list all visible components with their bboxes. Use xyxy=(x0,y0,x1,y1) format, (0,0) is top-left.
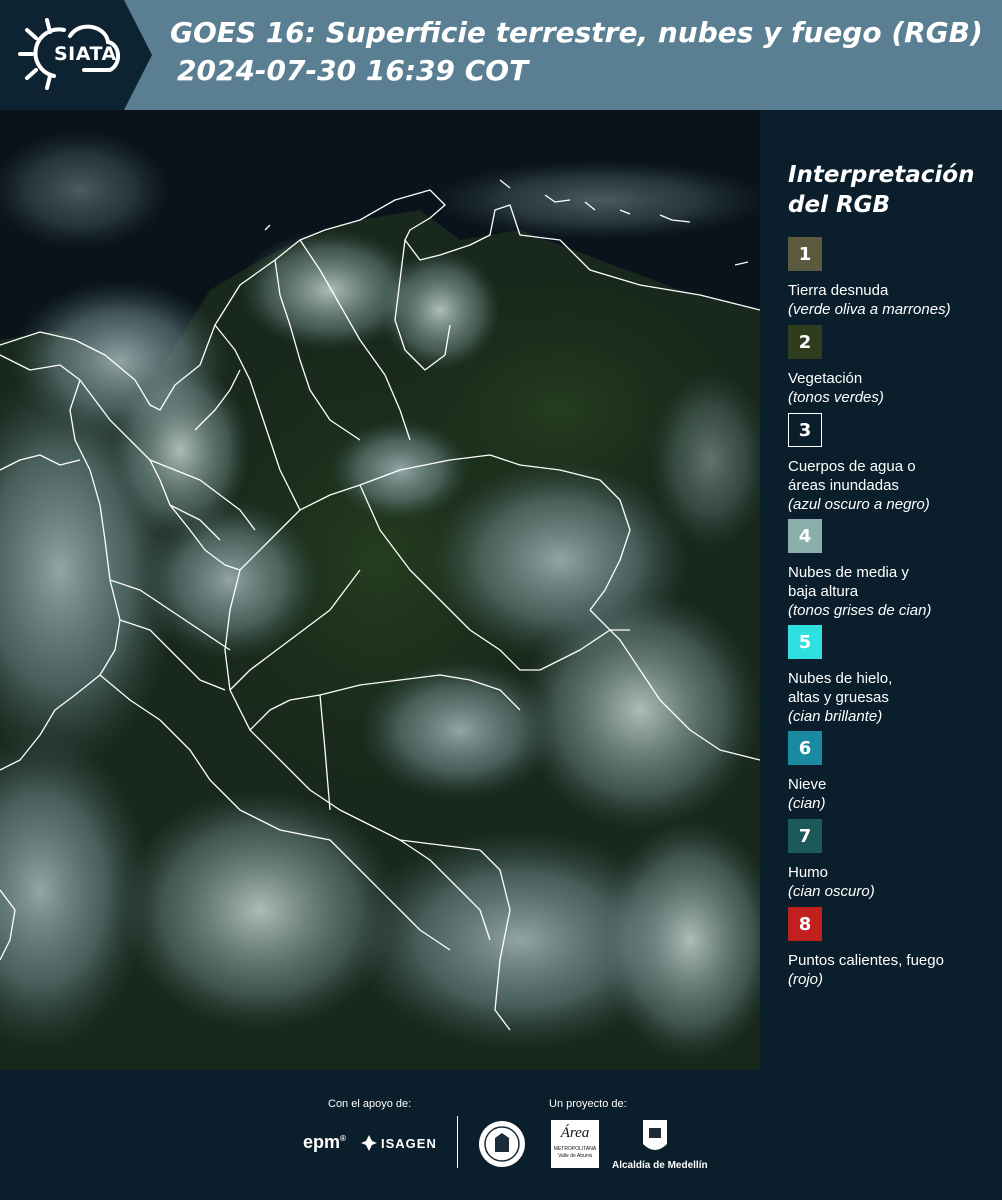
legend-items: 1 Tierra desnuda (verde oliva a marrones) 2… xyxy=(788,237,998,988)
epm-logo-text: epm xyxy=(303,1132,341,1152)
legend-label: baja altura xyxy=(788,583,859,600)
epm-registered-mark: ® xyxy=(340,1134,346,1143)
legend-label: Humo xyxy=(788,864,829,881)
seal-logo xyxy=(479,1121,525,1167)
isagen-icon xyxy=(361,1135,377,1151)
isagen-logo-text: ISAGEN xyxy=(381,1135,437,1151)
legend-item-7: 7 Humo (cian oscuro) xyxy=(788,819,998,907)
legend-label: altas y gruesas xyxy=(788,689,889,706)
legend-sublabel: (tonos grises de cian) xyxy=(788,602,932,619)
legend-item-3: 3 Cuerpos de agua o áreas inundadas (azul o… xyxy=(788,413,998,519)
legend-title: Interpretación del RGB xyxy=(788,160,998,220)
legend-label: Nubes de hielo, xyxy=(788,670,893,687)
isagen-logo: ISAGEN xyxy=(360,1134,437,1152)
footer-divider xyxy=(457,1116,458,1168)
area-logo-word: Área xyxy=(560,1125,590,1141)
satellite-image xyxy=(0,110,760,1070)
legend-sublabel: (cian brillante) xyxy=(788,708,883,725)
legend-item-6: 6 Nieve (cian) xyxy=(788,731,998,819)
header-bar: SIATA GOES 16: Superficie terrestre, nub… xyxy=(0,0,1002,110)
legend-item-1: 1 Tierra desnuda (verde oliva a marrones) xyxy=(788,237,998,325)
legend-sublabel: (verde oliva a marrones) xyxy=(788,301,951,318)
legend-swatch-1: 1 xyxy=(788,237,822,271)
area-metropolitana-logo: Área METROPOLITANA Valle de Aburrá xyxy=(551,1120,599,1168)
legend-title-line-1: Interpretación xyxy=(788,162,975,188)
legend-swatch-3: 3 xyxy=(788,413,822,447)
alcaldia-crest-icon xyxy=(643,1120,667,1150)
area-logo-line-2: METROPOLITANA xyxy=(553,1146,597,1152)
area-logo-line-3: Valle de Aburrá xyxy=(558,1153,592,1159)
legend-label: Vegetación xyxy=(788,370,863,387)
title-line-1: GOES 16: Superficie terrestre, nubes y f… xyxy=(170,16,983,49)
legend-label: Tierra desnuda xyxy=(788,282,889,299)
legend-item-2: 2 Vegetación (tonos verdes) xyxy=(788,325,998,413)
satellite-map[interactable] xyxy=(0,110,760,1070)
legend-label: Cuerpos de agua o xyxy=(788,458,916,475)
legend-label: Nieve xyxy=(788,776,827,793)
rgb-legend: Interpretación del RGB 1 Tierra desnuda (v… xyxy=(788,160,998,988)
legend-swatch-2: 2 xyxy=(788,325,822,359)
legend-item-8: 8 Puntos calientes, fuego (rojo) xyxy=(788,907,998,988)
alcaldia-label: Alcaldía de Medellín xyxy=(612,1160,708,1171)
project-label: Un proyecto de: xyxy=(549,1098,627,1110)
legend-sublabel: (tonos verdes) xyxy=(788,389,884,406)
legend-swatch-7: 7 xyxy=(788,819,822,853)
footer: Con el apoyo de: Un proyecto de: epm® IS… xyxy=(0,1070,1002,1200)
legend-swatch-6: 6 xyxy=(788,731,822,765)
support-label: Con el apoyo de: xyxy=(328,1098,412,1110)
page-title: GOES 16: Superficie terrestre, nubes y f… xyxy=(170,14,983,90)
legend-swatch-5: 5 xyxy=(788,625,822,659)
epm-logo: epm® xyxy=(303,1132,346,1153)
legend-label: Nubes de media y xyxy=(788,564,909,581)
title-line-2-timestamp: 2024-07-30 16:39 COT xyxy=(177,54,529,87)
legend-label: áreas inundadas xyxy=(788,477,899,494)
legend-swatch-4: 4 xyxy=(788,519,822,553)
legend-item-5: 5 Nubes de hielo, altas y gruesas (cian bri… xyxy=(788,625,998,731)
legend-item-4: 4 Nubes de media y baja altura (tonos grise… xyxy=(788,519,998,625)
siata-logo-text: SIATA xyxy=(54,43,117,65)
legend-swatch-8: 8 xyxy=(788,907,822,941)
legend-label: Puntos calientes, fuego xyxy=(788,952,944,969)
legend-sublabel: (rojo) xyxy=(788,971,824,988)
legend-sublabel: (cian) xyxy=(788,795,826,812)
legend-sublabel: (cian oscuro) xyxy=(788,883,875,900)
legend-sublabel: (azul oscuro a negro) xyxy=(788,496,930,513)
legend-title-line-2: del RGB xyxy=(788,192,891,218)
